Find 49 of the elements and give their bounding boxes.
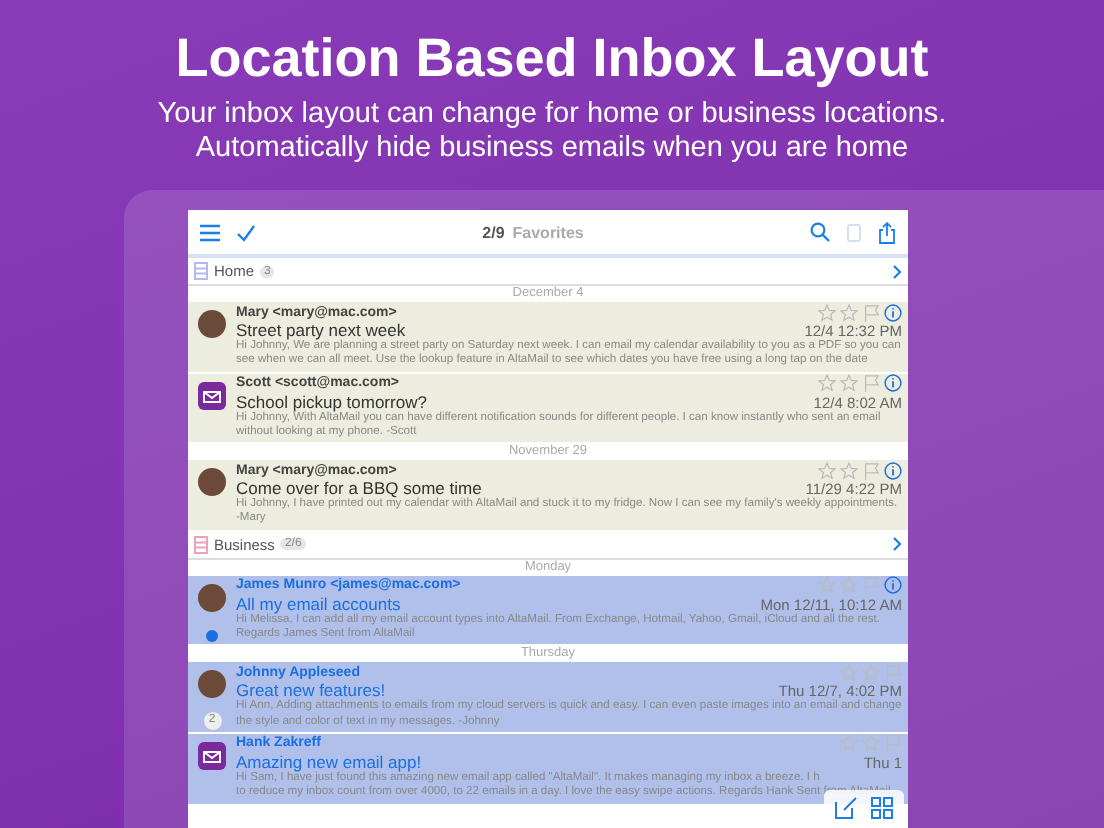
email-subject: Come over for a BBQ some time bbox=[236, 478, 482, 499]
grid-icon[interactable] bbox=[870, 796, 894, 820]
star-icon[interactable] bbox=[840, 576, 858, 595]
email-row[interactable] bbox=[188, 662, 908, 734]
star-icon[interactable] bbox=[840, 374, 858, 393]
message-count: 2/9 bbox=[482, 223, 505, 241]
star-icon[interactable] bbox=[818, 461, 836, 480]
star-icon[interactable] bbox=[840, 303, 858, 321]
avatar bbox=[198, 468, 226, 497]
info-icon[interactable] bbox=[884, 576, 902, 595]
info-icon[interactable] bbox=[884, 374, 902, 393]
email-subject: Amazing new email app! bbox=[236, 751, 422, 772]
star-icon[interactable] bbox=[818, 303, 836, 321]
star-icon[interactable] bbox=[840, 461, 858, 480]
avatar bbox=[198, 670, 226, 699]
checkmark-icon[interactable] bbox=[236, 223, 256, 241]
email-row[interactable] bbox=[188, 575, 908, 647]
mailbox-title: Favorites bbox=[512, 223, 584, 241]
section-icon bbox=[194, 262, 208, 280]
email-row[interactable] bbox=[188, 733, 908, 806]
avatar bbox=[198, 310, 226, 338]
info-icon[interactable] bbox=[884, 461, 902, 480]
share-icon[interactable] bbox=[878, 221, 896, 243]
section-icon bbox=[194, 535, 208, 554]
info-icon[interactable] bbox=[884, 303, 902, 321]
star-icon[interactable] bbox=[840, 663, 858, 682]
star-icon[interactable] bbox=[818, 576, 836, 595]
subtitle: Your inbox layout can change for home or business locations. Automatically hide business emails when you are home bbox=[155, 98, 949, 166]
star-icon[interactable] bbox=[862, 663, 880, 682]
email-subject: Street party next week bbox=[236, 320, 406, 340]
star-icon[interactable] bbox=[818, 374, 836, 393]
chevron-right-icon[interactable] bbox=[892, 263, 902, 279]
compose-icon[interactable] bbox=[834, 796, 858, 820]
chevron-right-icon[interactable] bbox=[892, 536, 902, 553]
flag-icon[interactable] bbox=[884, 734, 902, 753]
email-subject: Great new features! bbox=[236, 680, 386, 701]
avatar bbox=[198, 583, 226, 612]
star-icon[interactable] bbox=[840, 734, 858, 753]
flag-icon[interactable] bbox=[884, 663, 902, 682]
email-row[interactable] bbox=[188, 302, 908, 374]
star-icon[interactable] bbox=[862, 734, 880, 753]
search-icon[interactable] bbox=[810, 222, 830, 242]
email-subject: School pickup tomorrow? bbox=[236, 391, 427, 412]
menu-icon[interactable] bbox=[200, 223, 220, 241]
mail-app-icon bbox=[198, 381, 226, 410]
headline: Location Based Inbox Layout bbox=[175, 28, 929, 90]
email-row[interactable] bbox=[188, 373, 908, 445]
mail-app-icon bbox=[198, 741, 226, 770]
email-subject: All my email accounts bbox=[236, 593, 401, 614]
